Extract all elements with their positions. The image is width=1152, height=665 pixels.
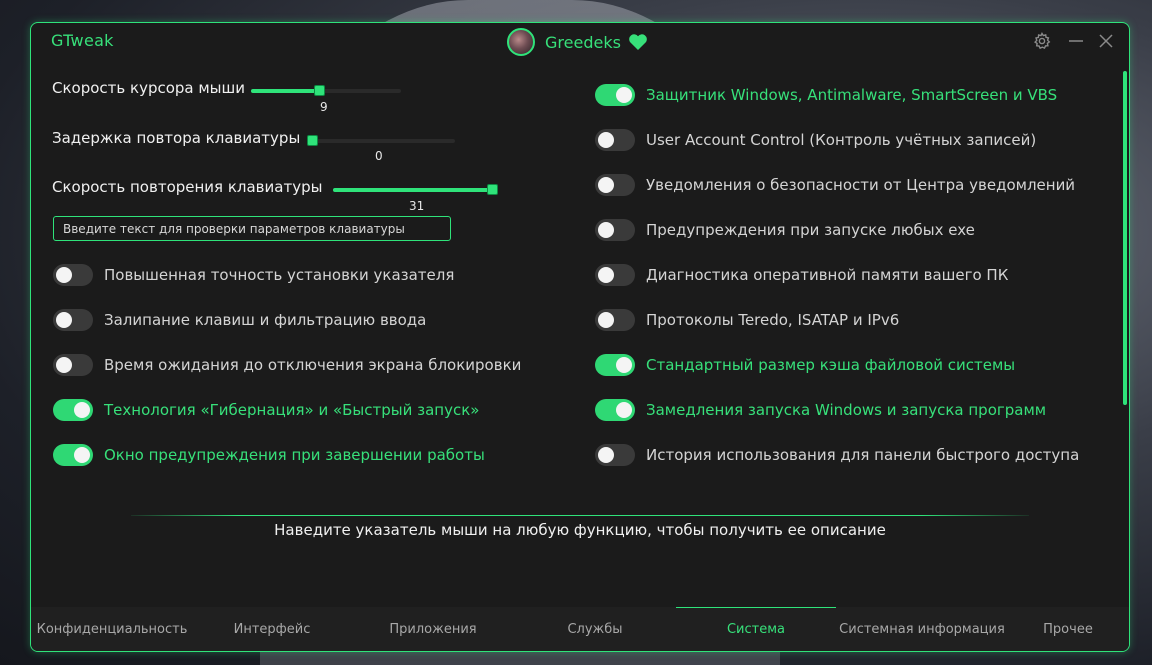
mouse-speed-label: Скорость курсора мыши (52, 79, 246, 97)
toggle-knob (598, 312, 614, 328)
toggle-knob (74, 447, 90, 463)
toggle-switch[interactable] (595, 354, 635, 376)
right-toggle-row[interactable]: История использования для панели быстрог… (595, 443, 1079, 467)
toggle-label: Повышенная точность установки указателя (104, 266, 455, 284)
toggle-label: История использования для панели быстрог… (646, 446, 1080, 464)
toggle-knob (56, 267, 72, 283)
toggle-knob (74, 402, 90, 418)
toggle-switch[interactable] (595, 219, 635, 241)
toggle-knob (598, 447, 614, 463)
toggle-knob (598, 132, 614, 148)
tab-bar: Конфиденциальность Интерфейс Приложения Слу… (31, 607, 1129, 651)
slider-thumb[interactable] (487, 184, 498, 195)
toggle-knob (616, 87, 632, 103)
app-title: GTweak (51, 31, 114, 50)
left-toggle-row[interactable]: Повышенная точность установки указателя (53, 263, 454, 287)
toggle-label: Защитник Windows, Antimalware, SmartScre… (646, 86, 1058, 104)
toggle-switch[interactable] (53, 309, 93, 331)
toggle-switch[interactable] (595, 84, 635, 106)
divider (131, 515, 1029, 516)
slider-thumb[interactable] (314, 85, 325, 96)
right-toggle-row[interactable]: Предупреждения при запуске любых exe (595, 218, 975, 242)
key-delay-slider-row: Задержка повтора клавиатуры 0 (52, 129, 472, 169)
toggle-label: Время ожидания до отключения экрана блок… (104, 356, 522, 374)
key-repeat-label: Скорость повторения клавиатуры (52, 178, 323, 196)
scrollbar[interactable] (1123, 71, 1127, 405)
toggle-knob (598, 177, 614, 193)
tab-0[interactable]: Конфиденциальность (32, 607, 192, 651)
toggle-switch[interactable] (595, 264, 635, 286)
toggle-knob (56, 312, 72, 328)
mouse-speed-value: 9 (320, 100, 328, 114)
left-toggle-row[interactable]: Окно предупреждения при завершении работ… (53, 443, 485, 467)
toggle-switch[interactable] (53, 354, 93, 376)
toggle-switch[interactable] (595, 174, 635, 196)
mouse-speed-slider[interactable] (251, 85, 401, 96)
toggle-knob (56, 357, 72, 373)
toggle-label: Предупреждения при запуске любых exe (646, 221, 975, 239)
close-icon[interactable] (1096, 31, 1116, 51)
tab-1[interactable]: Интерфейс (202, 607, 342, 651)
profile-area[interactable]: Greedeks (507, 26, 648, 58)
toggle-switch[interactable] (595, 129, 635, 151)
toggle-label: Окно предупреждения при завершении работ… (104, 446, 485, 464)
key-delay-slider[interactable] (307, 135, 455, 146)
toggle-switch[interactable] (595, 444, 635, 466)
slider-thumb[interactable] (307, 135, 318, 146)
right-toggle-row[interactable]: Диагностика оперативной памяти вашего ПК (595, 263, 1008, 287)
key-repeat-slider-row: Скорость повторения клавиатуры 31 (52, 178, 512, 218)
toggle-switch[interactable] (595, 399, 635, 421)
toggle-label: Стандартный размер кэша файловой системы (646, 356, 1016, 374)
keyboard-test-input[interactable] (53, 216, 451, 241)
right-toggle-row[interactable]: User Account Control (Контроль учётных з… (595, 128, 1036, 152)
gear-icon[interactable] (1032, 31, 1052, 51)
key-repeat-value: 31 (409, 199, 425, 213)
key-repeat-slider[interactable] (333, 184, 498, 195)
heart-icon (628, 33, 648, 51)
right-toggle-row[interactable]: Замедления запуска Windows и запуска про… (595, 398, 1046, 422)
left-toggle-row[interactable]: Время ожидания до отключения экрана блок… (53, 353, 521, 377)
toggle-switch[interactable] (53, 444, 93, 466)
toggle-label: Технология «Гибернация» и «Быстрый запус… (104, 401, 480, 419)
toggle-label: Диагностика оперативной памяти вашего ПК (646, 266, 1009, 284)
toggle-knob (598, 222, 614, 238)
tab-5[interactable]: Системная информация (832, 607, 1012, 651)
system-panel: Скорость курсора мыши 9 Задержка повтора… (31, 59, 1129, 607)
toggle-label: User Account Control (Контроль учётных з… (646, 131, 1037, 149)
toggle-label: Замедления запуска Windows и запуска про… (646, 401, 1047, 419)
toggle-knob (598, 267, 614, 283)
minimize-icon[interactable] (1066, 31, 1086, 51)
mouse-speed-slider-row: Скорость курсора мыши 9 (52, 79, 412, 119)
right-toggle-row[interactable]: Защитник Windows, Antimalware, SmartScre… (595, 83, 1057, 107)
key-delay-label: Задержка повтора клавиатуры (52, 129, 301, 147)
right-toggle-row[interactable]: Протоколы Teredo, ISATAP и IPv6 (595, 308, 899, 332)
right-toggle-row[interactable]: Стандартный размер кэша файловой системы (595, 353, 1015, 377)
left-toggle-row[interactable]: Залипание клавиш и фильтрацию ввода (53, 308, 426, 332)
toggle-switch[interactable] (53, 399, 93, 421)
toggle-knob (616, 402, 632, 418)
title-bar: GTweak Greedeks (31, 23, 1129, 59)
username: Greedeks (545, 32, 621, 52)
left-toggle-row[interactable]: Технология «Гибернация» и «Быстрый запус… (53, 398, 479, 422)
toggle-label: Уведомления о безопасности от Центра уве… (646, 176, 1076, 194)
slider-fill (333, 188, 493, 192)
toggle-label: Протоколы Teredo, ISATAP и IPv6 (646, 311, 900, 329)
toggle-switch[interactable] (53, 264, 93, 286)
slider-fill (251, 89, 320, 93)
tab-4[interactable]: Система (676, 607, 836, 651)
tab-3[interactable]: Службы (525, 607, 665, 651)
toggle-knob (616, 357, 632, 373)
toggle-switch[interactable] (595, 309, 635, 331)
key-delay-value: 0 (375, 149, 383, 163)
avatar[interactable] (507, 28, 535, 56)
hint-text: Наведите указатель мыши на любую функцию… (274, 521, 886, 539)
toggle-label: Залипание клавиш и фильтрацию ввода (104, 311, 427, 329)
app-window: GTweak Greedeks Скорость курсора мыши 9 … (30, 22, 1130, 652)
tab-6[interactable]: Прочее (1018, 607, 1118, 651)
tab-2[interactable]: Приложения (363, 607, 503, 651)
right-toggle-row[interactable]: Уведомления о безопасности от Центра уве… (595, 173, 1075, 197)
